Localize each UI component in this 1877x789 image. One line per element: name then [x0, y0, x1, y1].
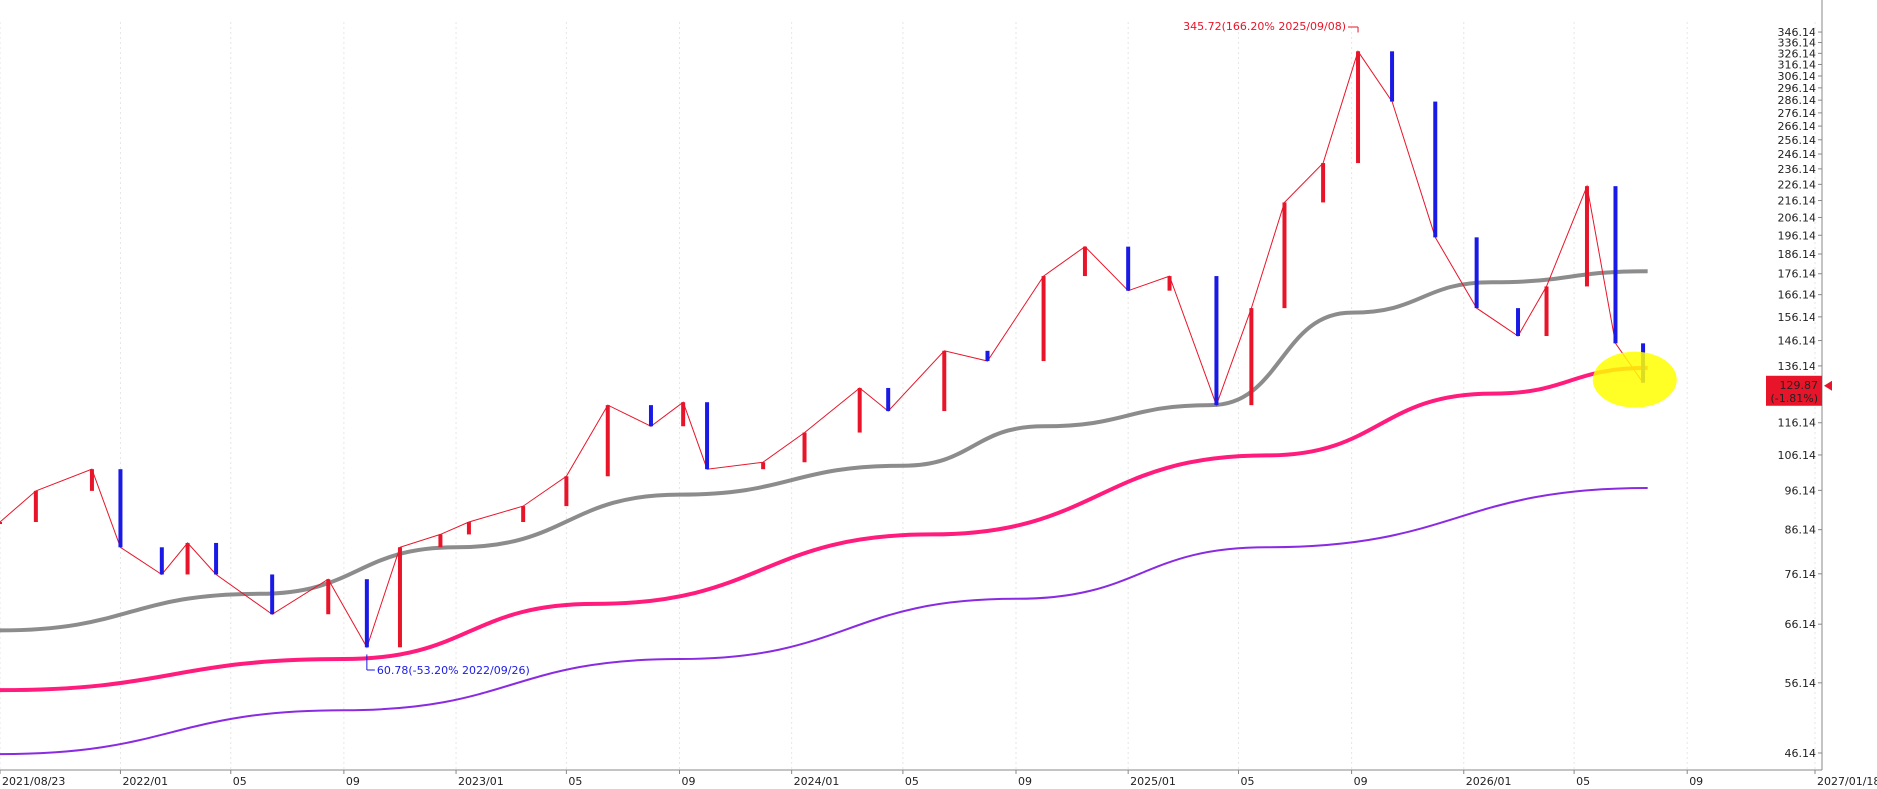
price-candle	[214, 542, 219, 575]
x-tick-label: 05	[568, 775, 582, 788]
y-tick-label: 236.14	[1778, 163, 1817, 176]
y-tick-label: 286.14	[1778, 94, 1817, 107]
price-candle	[1584, 186, 1589, 287]
x-tick-label: 05	[1576, 775, 1590, 788]
y-tick-label: 166.14	[1778, 289, 1817, 302]
price-candle	[1082, 246, 1087, 277]
price-candle	[761, 462, 766, 470]
stock-chart[interactable]: 오라클5(130.44)10(160.86)20(164.18)60(201.7…	[0, 0, 1877, 789]
x-tick-label: 2027/01/18	[1817, 775, 1877, 788]
y-tick-label: 76.14	[1785, 568, 1817, 581]
y-tick-label: 146.14	[1778, 335, 1817, 348]
price-candle	[985, 350, 990, 362]
highlight-ellipse	[1592, 351, 1677, 408]
y-tick-label: 66.14	[1785, 618, 1817, 631]
x-tick-label: 2024/01	[794, 775, 840, 788]
x-tick-label: 2025/01	[1130, 775, 1176, 788]
y-tick-label: 96.14	[1785, 484, 1817, 497]
price-candle	[1126, 246, 1131, 291]
price-candle	[33, 490, 38, 523]
y-tick-label: 256.14	[1778, 134, 1817, 147]
x-tick-label: 2026/01	[1466, 775, 1512, 788]
price-candle	[397, 547, 402, 648]
chart-canvas[interactable]: 346.14336.14326.14316.14306.14296.14286.…	[0, 0, 1877, 789]
x-tick-label: 2023/01	[458, 775, 504, 788]
y-tick-label: 176.14	[1778, 268, 1817, 281]
price-box-change: (-1.81%)	[1771, 392, 1819, 405]
y-tick-label: 86.14	[1785, 524, 1817, 537]
y-tick-label: 216.14	[1778, 195, 1817, 208]
price-candle	[521, 506, 526, 523]
y-tick-label: 266.14	[1778, 120, 1817, 133]
price-candle	[159, 547, 164, 575]
price-candle	[1321, 163, 1326, 203]
price-candle	[118, 469, 123, 548]
price-candle	[802, 432, 807, 463]
price-candle	[942, 350, 947, 412]
price-candle	[705, 402, 710, 470]
price-candle	[681, 402, 686, 427]
price-candle	[1474, 237, 1479, 309]
x-tick-label: 05	[1241, 775, 1255, 788]
price-candle	[564, 476, 569, 507]
x-tick-label: 09	[1689, 775, 1703, 788]
price-candle	[1214, 276, 1219, 406]
y-tick-label: 56.14	[1785, 677, 1817, 690]
price-candle	[0, 522, 2, 525]
low-annotation: 60.78(-53.20% 2022/09/26)	[377, 664, 530, 677]
price-candle	[364, 579, 369, 648]
price-candle	[1613, 186, 1618, 344]
y-tick-label: 226.14	[1778, 178, 1817, 191]
price-candle	[185, 542, 190, 575]
price-candle	[1390, 51, 1395, 102]
price-candle	[89, 469, 94, 491]
price-candle	[605, 405, 610, 477]
price-candle	[1167, 276, 1172, 291]
price-candle	[1516, 308, 1521, 337]
x-tick-label: 09	[1354, 775, 1368, 788]
price-candle	[1544, 286, 1549, 337]
y-tick-label: 276.14	[1778, 107, 1817, 120]
price-box-value: 129.87	[1780, 379, 1819, 392]
x-tick-label: 05	[233, 775, 247, 788]
y-tick-label: 136.14	[1778, 360, 1817, 373]
y-tick-label: 196.14	[1778, 229, 1817, 242]
y-tick-label: 186.14	[1778, 248, 1817, 261]
x-tick-label: 09	[1018, 775, 1032, 788]
x-tick-label: 09	[346, 775, 360, 788]
y-tick-label: 106.14	[1778, 449, 1817, 462]
price-candle	[326, 579, 331, 615]
price-candle	[1433, 101, 1438, 238]
price-candle	[270, 574, 275, 615]
x-tick-label: 05	[905, 775, 919, 788]
y-tick-label: 206.14	[1778, 211, 1817, 224]
y-tick-label: 116.14	[1778, 417, 1817, 430]
price-candle	[1249, 308, 1254, 406]
chart-background	[0, 0, 1877, 789]
y-tick-label: 246.14	[1778, 148, 1817, 161]
price-candle	[1282, 202, 1287, 309]
y-tick-label: 156.14	[1778, 311, 1817, 324]
x-tick-label: 2022/01	[122, 775, 168, 788]
y-tick-label: 46.14	[1785, 747, 1817, 760]
price-candle	[438, 534, 443, 548]
high-annotation: 345.72(166.20% 2025/09/08)	[1183, 20, 1346, 33]
price-candle	[648, 405, 653, 427]
y-tick-label: 296.14	[1778, 82, 1817, 95]
price-candle	[1041, 276, 1046, 362]
price-candle	[857, 387, 862, 433]
price-candle	[466, 522, 471, 535]
x-tick-label: 09	[681, 775, 695, 788]
price-candle	[886, 387, 891, 412]
price-candle	[1356, 51, 1361, 164]
x-tick-label: 2021/08/23	[2, 775, 65, 788]
